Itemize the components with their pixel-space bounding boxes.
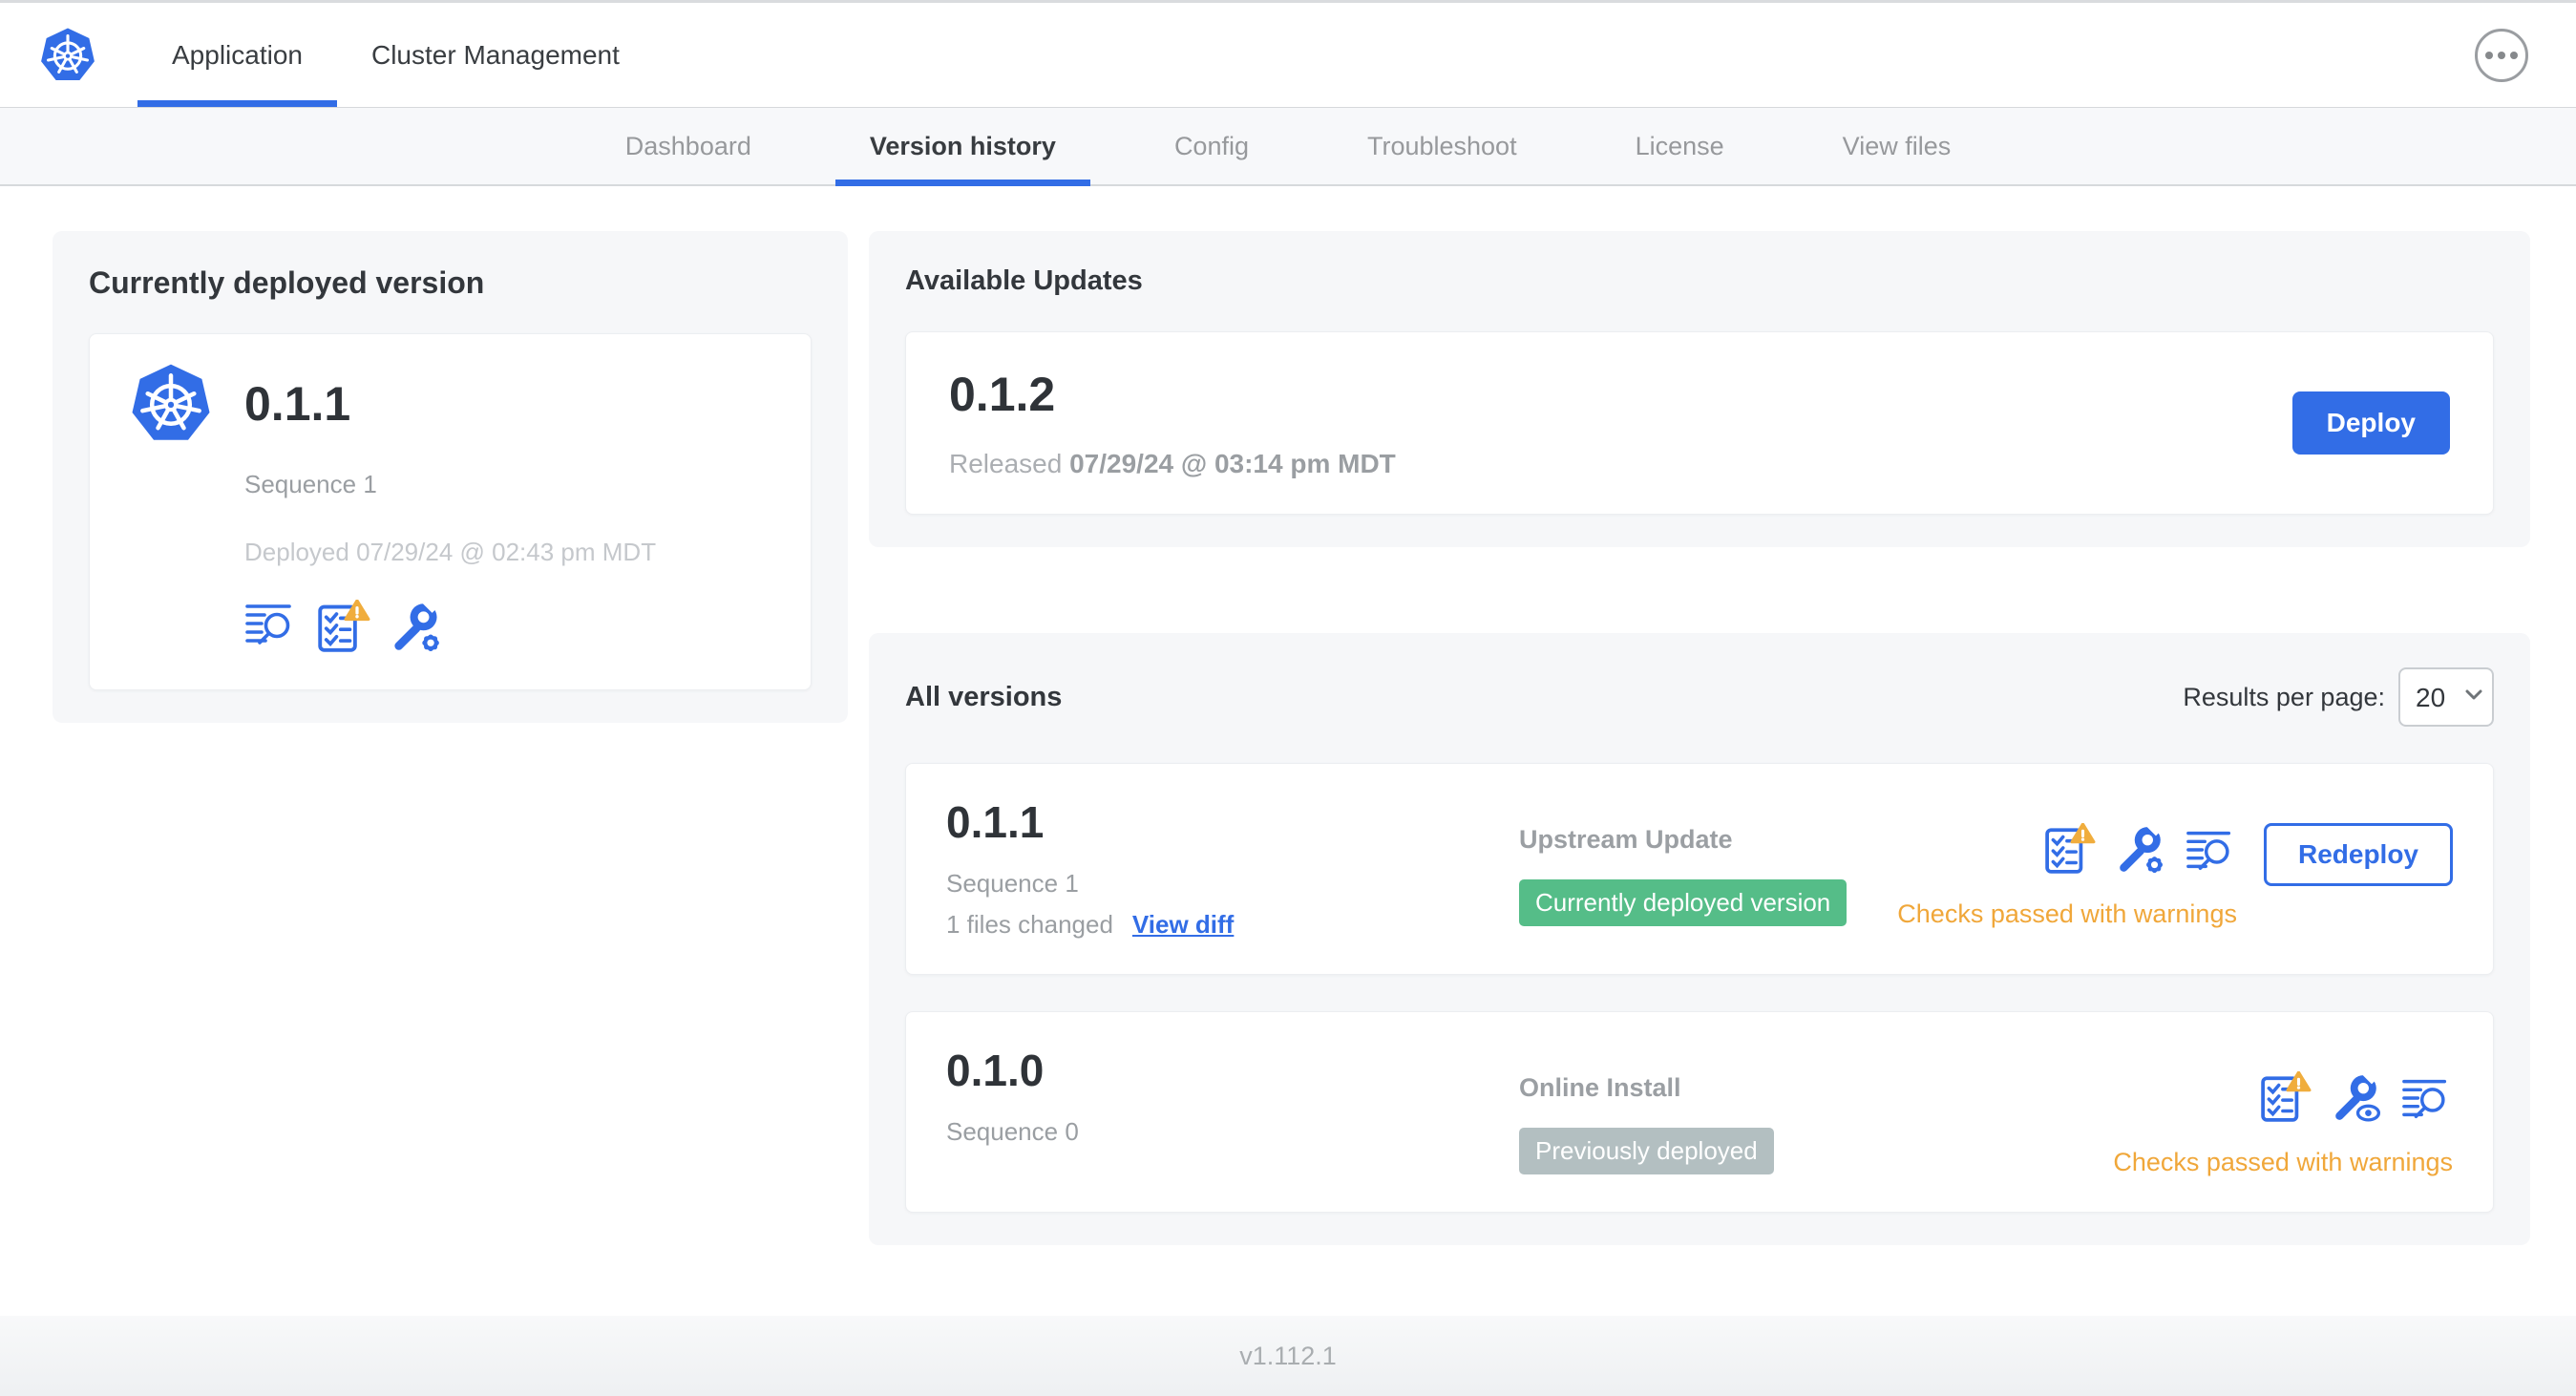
- app-icon: [128, 361, 214, 447]
- subnav-troubleshoot[interactable]: Troubleshoot: [1308, 108, 1576, 184]
- app-footer: v1.112.1: [0, 1316, 2576, 1396]
- currently-deployed-badge: Currently deployed version: [1519, 879, 1848, 926]
- available-updates-title: Available Updates: [905, 265, 1143, 296]
- row-version-number: 0.1.0: [946, 1046, 1045, 1095]
- diff-logs-icon[interactable]: [2401, 1071, 2453, 1123]
- kubernetes-logo-icon: [38, 26, 97, 85]
- diff-logs-icon[interactable]: [244, 600, 298, 653]
- app-subnav: Dashboard Version history Config Trouble…: [0, 108, 2576, 186]
- version-row-0-1-0: 0.1.0 Sequence 0 Online Install Previous…: [905, 1011, 2494, 1213]
- deployed-version-panel: 0.1.1 Sequence 1 Deployed 07/29/24 @ 02:…: [89, 333, 812, 690]
- available-updates-card: Available Updates 0.1.2 Released 07/29/2…: [869, 231, 2530, 547]
- update-row: 0.1.2 Released 07/29/24 @ 03:14 pm MDT D…: [905, 331, 2494, 515]
- view-diff-link[interactable]: View diff: [1132, 910, 1234, 940]
- ellipsis-icon: [2485, 51, 2493, 59]
- source-label: Upstream Update: [1519, 825, 1733, 854]
- diff-logs-icon[interactable]: [2185, 823, 2237, 875]
- version-source: Online Install Previously deployed: [1519, 1045, 2113, 1174]
- tab-application-label: Application: [172, 39, 303, 70]
- currently-deployed-card: Currently deployed version 0.1.1 Sequenc…: [53, 231, 848, 723]
- deployed-sequence: Sequence 1: [244, 470, 377, 498]
- version-info: 0.1.1 Sequence 1 1 files changed View di…: [946, 796, 1519, 940]
- results-per-page-select[interactable]: 20: [2398, 667, 2494, 727]
- version-info: 0.1.0 Sequence 0: [946, 1045, 1519, 1147]
- view-config-icon[interactable]: [2331, 1071, 2382, 1123]
- deployed-version-number: 0.1.1: [244, 377, 351, 431]
- currently-deployed-title: Currently deployed version: [89, 265, 485, 300]
- subnav-dashboard[interactable]: Dashboard: [566, 108, 811, 184]
- subnav-version-history[interactable]: Version history: [811, 108, 1115, 186]
- tab-cluster-management-label: Cluster Management: [370, 39, 620, 70]
- version-actions: Checks passed with warnings Redeploy: [1897, 796, 2453, 929]
- results-per-page-label: Results per page:: [2183, 682, 2385, 711]
- all-versions-card: All versions Results per page: 20 0.1.1 …: [869, 633, 2530, 1245]
- version-row-0-1-1: 0.1.1 Sequence 1 1 files changed View di…: [905, 763, 2494, 975]
- row-sequence: Sequence 1: [946, 869, 1079, 898]
- subnav-config[interactable]: Config: [1115, 108, 1308, 184]
- row-version-number: 0.1.1: [946, 797, 1045, 847]
- version-actions: Checks passed with warnings: [2113, 1045, 2453, 1177]
- all-versions-title: All versions: [905, 681, 1063, 712]
- preflight-checks-warning-icon[interactable]: [317, 600, 370, 653]
- redeploy-button[interactable]: Redeploy: [2263, 823, 2453, 886]
- subnav-license[interactable]: License: [1576, 108, 1784, 184]
- row-sequence: Sequence 0: [946, 1117, 1079, 1146]
- more-menu-button[interactable]: [2475, 28, 2528, 82]
- update-released-timestamp: Released 07/29/24 @ 03:14 pm MDT: [949, 449, 1396, 478]
- preflight-status-text: Checks passed with warnings: [2113, 1148, 2453, 1176]
- edit-config-icon[interactable]: [390, 600, 443, 653]
- console-version: v1.112.1: [1239, 1341, 1337, 1370]
- preflight-checks-warning-icon[interactable]: [2044, 823, 2096, 875]
- edit-config-icon[interactable]: [2115, 823, 2166, 875]
- top-header: Application Cluster Management: [0, 3, 2576, 108]
- subnav-view-files[interactable]: View files: [1784, 108, 2011, 184]
- preflight-status-text: Checks passed with warnings: [1897, 899, 2237, 928]
- deploy-button[interactable]: Deploy: [2291, 391, 2450, 455]
- update-version-number: 0.1.2: [949, 368, 1056, 421]
- source-label: Online Install: [1519, 1073, 1681, 1102]
- version-source: Upstream Update Currently deployed versi…: [1519, 796, 1897, 926]
- main-content: Currently deployed version 0.1.1 Sequenc…: [0, 186, 2576, 1245]
- tab-application[interactable]: Application: [137, 3, 337, 107]
- files-changed-label: 1 files changed: [946, 910, 1113, 939]
- deployed-timestamp: Deployed 07/29/24 @ 02:43 pm MDT: [244, 538, 657, 566]
- tab-cluster-management[interactable]: Cluster Management: [337, 3, 654, 107]
- header-spacer: [654, 3, 2475, 107]
- preflight-checks-warning-icon[interactable]: [2260, 1071, 2312, 1123]
- previously-deployed-badge: Previously deployed: [1519, 1128, 1774, 1174]
